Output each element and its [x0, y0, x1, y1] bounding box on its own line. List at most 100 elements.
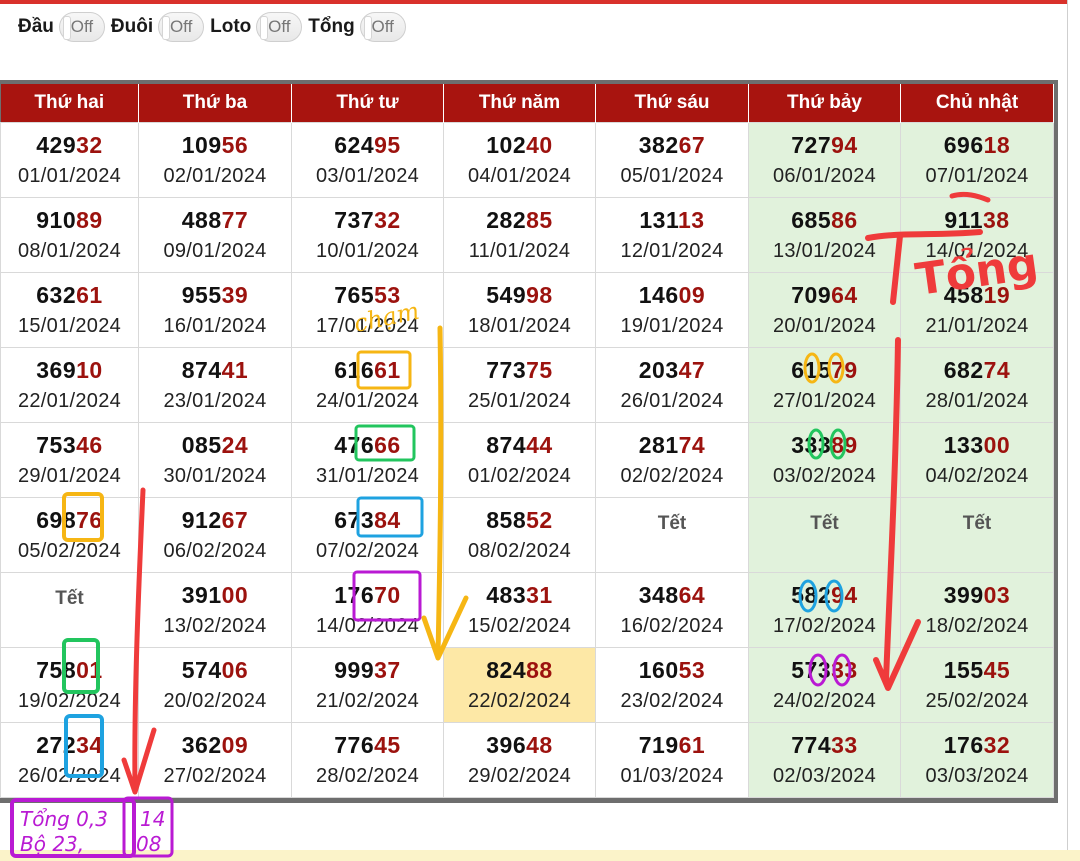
result-number: 08524 — [139, 431, 291, 459]
result-number-head: 549 — [486, 282, 527, 308]
toggle-tong-switch[interactable]: Off — [359, 12, 406, 42]
result-date: 23/02/2024 — [620, 690, 724, 712]
result-number: 71961 — [596, 731, 748, 759]
result-number: 45819 — [901, 281, 1053, 309]
result-date: 17/01/2024 — [315, 315, 420, 337]
result-number: 36209 — [139, 731, 291, 759]
result-date: 02/03/2024 — [772, 765, 877, 787]
result-cell: 13300 04/02/2024 — [900, 422, 1054, 498]
result-cell: 75346 29/01/2024 — [0, 422, 139, 498]
result-cell: 63261 15/01/2024 — [0, 272, 139, 348]
result-number-head: 696 — [943, 132, 984, 158]
result-number-tail: 74 — [983, 357, 1011, 383]
result-number-head: 109 — [181, 132, 222, 158]
result-number: 87444 — [444, 431, 595, 459]
result-date: 06/01/2024 — [772, 165, 877, 187]
result-date: 14/01/2024 — [925, 240, 1029, 262]
result-number: 57406 — [139, 656, 291, 684]
result-number-tail: 61 — [76, 282, 103, 308]
result-number: 61579 — [749, 356, 900, 384]
result-number-head: 753 — [36, 432, 77, 458]
result-number-tail: 46 — [76, 432, 103, 458]
toggle-dau-switch[interactable]: Off — [58, 12, 105, 42]
result-date: 26/02/2024 — [17, 765, 122, 787]
result-number: 77375 — [444, 356, 595, 384]
result-date: 20/02/2024 — [163, 690, 267, 712]
result-cell: 45819 21/01/2024 — [900, 272, 1054, 348]
result-date: 13/02/2024 — [163, 615, 267, 637]
result-number: 85852 — [444, 506, 595, 534]
result-cell: 48331 15/02/2024 — [443, 572, 596, 648]
result-number-head: 146 — [638, 282, 679, 308]
result-date: 11/01/2024 — [468, 240, 571, 262]
result-row: 63261 15/01/2024 95539 16/01/2024 76553 17/01… — [0, 272, 1054, 348]
result-cell: 77375 25/01/2024 — [443, 347, 596, 423]
result-number: 58294 — [749, 581, 900, 609]
result-number-tail: 06 — [221, 657, 249, 683]
result-number: 28174 — [596, 431, 748, 459]
result-number-tail: 34 — [76, 732, 103, 758]
result-cell: Tết — [0, 572, 139, 648]
result-number-tail: 00 — [221, 582, 249, 608]
result-number: 61661 — [292, 356, 443, 384]
result-number-head: 774 — [791, 732, 832, 758]
toggle-loto-switch[interactable]: Off — [256, 12, 303, 42]
result-number-head: 912 — [181, 507, 222, 533]
result-number: 69876 — [1, 506, 138, 534]
result-number-head: 362 — [181, 732, 222, 758]
result-cell: 91138 14/01/2024 — [900, 197, 1054, 273]
result-number-head: 282 — [486, 207, 527, 233]
result-number-tail: 86 — [831, 207, 858, 233]
result-row: Tết 39100 13/02/2024 17670 14/02/2024 48331 15… — [0, 572, 1054, 648]
result-number-head: 824 — [486, 657, 527, 683]
result-number: 39100 — [139, 581, 291, 609]
result-cell: 54998 18/01/2024 — [443, 272, 596, 348]
toggle-duoi-switch[interactable]: Off — [158, 12, 205, 42]
result-number-tail: 74 — [678, 432, 706, 458]
result-date: 30/01/2024 — [163, 465, 267, 487]
result-cell: 77645 28/02/2024 — [291, 722, 444, 798]
result-number-head: 955 — [181, 282, 222, 308]
result-number-tail: 44 — [526, 432, 553, 458]
result-number-tail: 79 — [831, 357, 858, 383]
result-number-tail: 53 — [374, 282, 401, 308]
result-date: 19/02/2024 — [17, 690, 122, 712]
result-date: 23/01/2024 — [163, 390, 267, 412]
result-number-tail: 39 — [221, 282, 249, 308]
result-number-head: 776 — [334, 732, 375, 758]
result-number-head: 685 — [791, 207, 832, 233]
result-number-head: 476 — [334, 432, 375, 458]
toggle-label-loto: Loto — [210, 16, 252, 37]
result-number-tail: 64 — [831, 282, 858, 308]
result-cell: 61661 24/01/2024 — [291, 347, 444, 423]
result-date: 31/01/2024 — [315, 465, 420, 487]
result-cell: 67384 07/02/2024 — [291, 497, 444, 573]
result-number-tail: 00 — [983, 432, 1011, 458]
result-number-head: 488 — [181, 207, 222, 233]
result-date: 07/01/2024 — [925, 165, 1029, 187]
result-date: 03/02/2024 — [772, 465, 877, 487]
result-number-head: 203 — [638, 357, 679, 383]
result-date: 29/01/2024 — [17, 465, 122, 487]
result-number: 99937 — [292, 656, 443, 684]
result-cell: 17632 03/03/2024 — [900, 722, 1054, 798]
weekday-header: Thứ hai — [0, 84, 139, 123]
result-date: 03/01/2024 — [315, 165, 420, 187]
result-number: 91089 — [1, 206, 138, 234]
result-row: 91089 08/01/2024 48877 09/01/2024 73732 10/01… — [0, 197, 1054, 273]
result-number-tail: 53 — [678, 657, 706, 683]
result-cell: 36910 22/01/2024 — [0, 347, 139, 423]
result-number-head: 391 — [181, 582, 222, 608]
result-number: 10956 — [139, 131, 291, 159]
result-row: 42932 01/01/2024 10956 02/01/2024 62495 03/01… — [0, 122, 1054, 198]
right-divider — [1067, 0, 1068, 850]
result-cell: 10956 02/01/2024 — [138, 122, 292, 198]
result-number: 68586 — [749, 206, 900, 234]
result-cell: 33389 03/02/2024 — [748, 422, 901, 498]
result-date: 27/01/2024 — [772, 390, 877, 412]
result-number-head: 176 — [334, 582, 375, 608]
result-number-head: 773 — [486, 357, 527, 383]
result-date: 27/02/2024 — [163, 765, 267, 787]
result-cell: 39100 13/02/2024 — [138, 572, 292, 648]
result-number: 62495 — [292, 131, 443, 159]
